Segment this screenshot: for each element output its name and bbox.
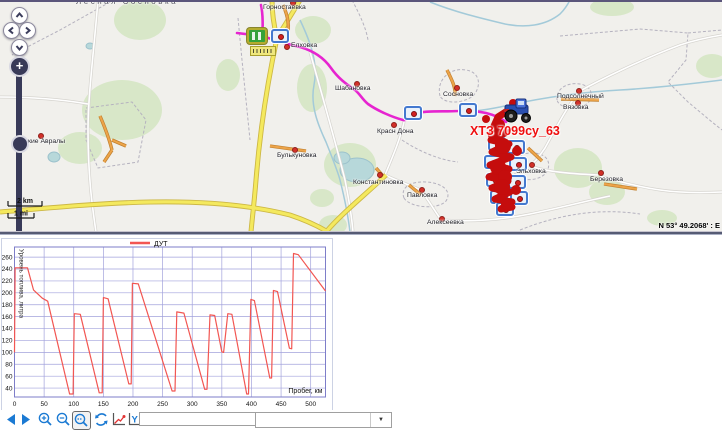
refresh-button[interactable]	[93, 411, 110, 428]
svg-text:Уровень топлива, литра: Уровень топлива, литра	[18, 249, 25, 319]
svg-text:300: 300	[187, 401, 198, 408]
place-label: Алексеевка	[427, 219, 464, 226]
chevron-down-icon	[14, 42, 25, 53]
zoom-window-icon	[73, 412, 90, 429]
place-label: кие Авралы	[28, 138, 65, 145]
dropdown-arrow-icon[interactable]: ▼	[370, 413, 391, 427]
svg-text:100: 100	[2, 350, 13, 357]
zoom-in-icon	[37, 411, 54, 428]
pan-right-button[interactable]	[19, 22, 36, 39]
svg-text:250: 250	[157, 401, 168, 408]
unit-marker[interactable]	[459, 103, 477, 117]
svg-text:40: 40	[5, 385, 13, 392]
svg-text:Y: Y	[132, 415, 139, 426]
svg-text:ДУТ: ДУТ	[154, 241, 168, 248]
svg-text:140: 140	[2, 326, 13, 333]
unit-marker[interactable]	[271, 29, 289, 43]
zoom-in-chart-button[interactable]	[37, 411, 54, 428]
svg-text:200: 200	[2, 290, 13, 297]
zoom-slider-knob[interactable]	[11, 135, 29, 153]
place-label: Константиновка	[353, 179, 403, 186]
place-dot	[284, 44, 290, 50]
unit-marker[interactable]	[496, 202, 514, 216]
place-label: Павловка	[407, 192, 437, 199]
svg-text:80: 80	[5, 361, 13, 368]
map-view[interactable]: 2 km 1 mi + ХТЗ 7	[0, 0, 722, 232]
svg-text:450: 450	[276, 401, 287, 408]
top-window-strip	[0, 0, 722, 2]
pan-left-button[interactable]	[3, 22, 20, 39]
svg-text:240: 240	[2, 266, 13, 273]
svg-text:120: 120	[2, 338, 13, 345]
svg-text:60: 60	[5, 373, 13, 380]
plot-axes-icon	[110, 411, 127, 428]
fuel-chart-panel: 0 50 100 150 200 250 300 350 400 450 500 40 60 80 100 1…	[1, 238, 333, 411]
unit-marker[interactable]	[507, 140, 525, 154]
svg-text:200: 200	[128, 401, 139, 408]
unit-marker[interactable]	[488, 137, 506, 151]
unit-marker[interactable]	[404, 106, 422, 120]
chart-toolbar: Y ▼	[0, 410, 722, 430]
vehicle-name-label: ХТЗ 7099су_63	[470, 124, 560, 138]
place-label: Эльховка	[516, 168, 546, 175]
svg-text:Пробег, км: Пробег, км	[288, 387, 322, 395]
svg-text:100: 100	[68, 401, 79, 408]
svg-text:50: 50	[41, 401, 49, 408]
place-label: Красн Дона	[377, 128, 414, 135]
map-chart-divider	[0, 231, 722, 237]
sensor-select-combobox[interactable]: ▼	[255, 412, 392, 428]
zoom-out-chart-button[interactable]	[55, 411, 72, 428]
svg-text:0: 0	[13, 401, 17, 408]
fuel-level-chart[interactable]: 0 50 100 150 200 250 300 350 400 450 500 40 60 80 100 1…	[2, 239, 330, 408]
place-label: Елховка	[291, 42, 317, 49]
sensor-filter-input[interactable]	[139, 412, 257, 426]
chevron-right-icon	[22, 25, 33, 36]
svg-text:220: 220	[2, 278, 13, 285]
chevron-up-icon	[14, 10, 25, 21]
place-label: Подсолнечный	[557, 93, 604, 100]
depot-marker-label	[250, 46, 276, 56]
zoom-out-icon	[55, 411, 72, 428]
place-label: Вязовка	[563, 104, 588, 111]
zoom-reset-button[interactable]	[72, 411, 91, 430]
scale-mi-label: 1 mi	[14, 211, 28, 218]
svg-text:350: 350	[216, 401, 227, 408]
cursor-coordinates: N 53° 49.2068' : E	[659, 221, 721, 230]
scale-km-label: 2 km	[17, 198, 33, 205]
tractor-icon[interactable]	[502, 97, 534, 124]
svg-text:150: 150	[98, 401, 109, 408]
svg-text:260: 260	[2, 254, 13, 261]
map-scalebar: 2 km 1 mi	[4, 192, 54, 228]
svg-text:180: 180	[2, 302, 13, 309]
left-arrow-icon	[4, 411, 18, 427]
tracking-app: 2 km 1 mi + ХТЗ 7	[0, 0, 722, 430]
svg-text:160: 160	[2, 314, 13, 321]
svg-text:500: 500	[305, 401, 316, 408]
place-label: Шабановка	[335, 85, 371, 92]
svg-text:400: 400	[246, 401, 257, 408]
next-page-button[interactable]	[19, 411, 36, 428]
chart-mode-button[interactable]	[110, 411, 127, 428]
place-label: Сосновка	[443, 91, 473, 98]
chevron-left-icon	[6, 25, 17, 36]
unit-marker[interactable]	[484, 155, 502, 169]
unit-marker[interactable]	[486, 173, 504, 187]
unit-marker[interactable]	[508, 175, 526, 189]
zoom-in-map-button[interactable]: +	[9, 56, 30, 77]
depot-marker[interactable]	[247, 28, 267, 44]
place-label: Горностаевка	[263, 4, 306, 11]
right-arrow-icon	[19, 411, 33, 427]
map-terrain	[0, 0, 722, 232]
pan-down-button[interactable]	[11, 39, 28, 56]
place-label: Булькуновка	[277, 152, 317, 159]
refresh-icon	[93, 411, 110, 428]
place-dot	[377, 172, 383, 178]
place-label: Березовка	[590, 176, 623, 183]
